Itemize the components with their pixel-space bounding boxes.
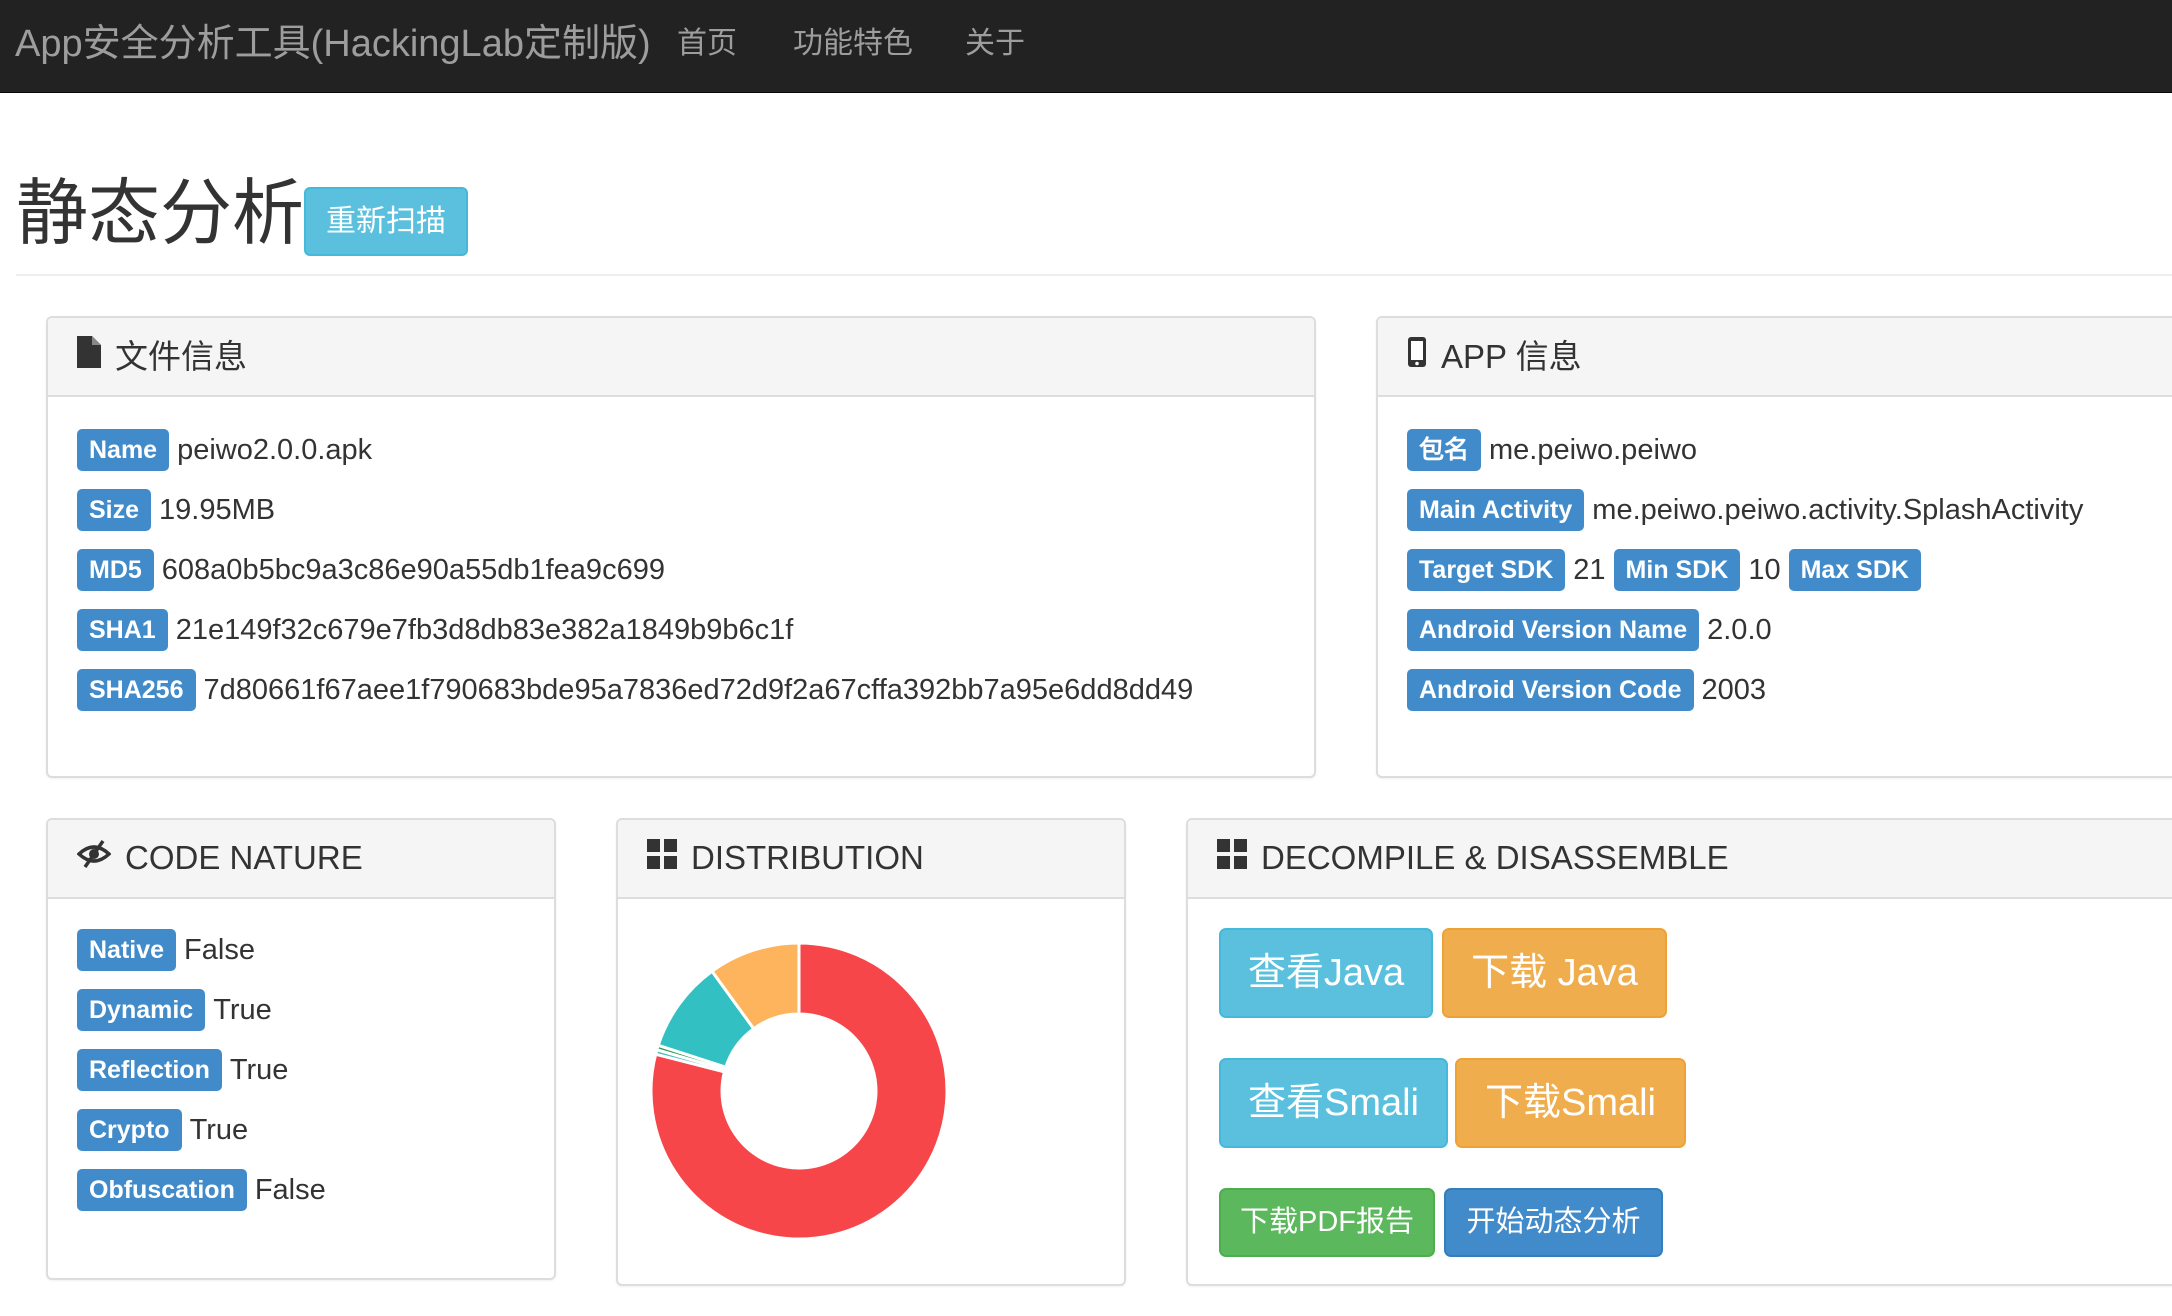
native-value: False: [184, 933, 255, 966]
file-info-row-sha1: SHA1 21e149f32c679e7fb3d8db83e382a1849b9…: [77, 608, 801, 652]
app-info-row-sdk: Target SDK 21 Min SDK 10 Max SDK: [1407, 548, 1937, 592]
file-info-row-name: Name peiwo2.0.0.apk: [77, 428, 380, 472]
reflection-value: True: [229, 1053, 289, 1086]
decompile-title: DECOMPILE & DISASSEMBLE: [1261, 839, 1729, 876]
sha256-value: 7d80661f67aee1f790683bde95a7836ed72d9f2a…: [203, 673, 1194, 706]
main-activity-label: Main Activity: [1407, 489, 1585, 531]
code-nature-row-dynamic: Dynamic True: [77, 988, 280, 1032]
panel-title: CODE NATURE: [76, 838, 363, 878]
panel-title: APP 信息: [1407, 336, 1582, 377]
panel-heading: 文件信息: [48, 318, 1314, 397]
sha1-value: 21e149f32c679e7fb3d8db83e382a1849b9b6c1f: [175, 613, 794, 646]
download-java-button[interactable]: 下载 Java: [1442, 928, 1667, 1018]
crypto-value: True: [189, 1113, 249, 1146]
version-code-value: 2003: [1701, 673, 1767, 706]
version-name-label: Android Version Name: [1407, 609, 1700, 651]
dynamic-label: Dynamic: [77, 989, 206, 1031]
code-nature-row-reflection: Reflection True: [77, 1048, 296, 1092]
obfuscation-label: Obfuscation: [77, 1169, 247, 1211]
file-icon: [77, 336, 101, 377]
decompile-panel: DECOMPILE & DISASSEMBLE 查看Java 下载 Java 查…: [1186, 818, 2172, 1286]
main-activity-value: me.peiwo.peiwo.activity.SplashActivity: [1592, 493, 2084, 526]
distribution-title: DISTRIBUTION: [691, 839, 924, 876]
size-value: 19.95MB: [159, 493, 276, 526]
size-label: Size: [77, 489, 152, 531]
phone-icon: [1407, 336, 1427, 377]
code-nature-row-crypto: Crypto True: [77, 1108, 256, 1152]
app-info-row-main-activity: Main Activity me.peiwo.peiwo.activity.Sp…: [1407, 488, 2091, 532]
view-smali-button[interactable]: 查看Smali: [1219, 1058, 1448, 1148]
nav-link-home[interactable]: 首页: [677, 27, 737, 61]
download-smali-button[interactable]: 下载Smali: [1455, 1058, 1686, 1148]
name-value: peiwo2.0.0.apk: [177, 433, 373, 466]
code-nature-panel: CODE NATURE Native False Dynamic True Re…: [46, 818, 556, 1280]
top-navbar: App安全分析工具(HackingLab定制版) 首页 功能特色 关于: [0, 0, 2172, 93]
sha256-label: SHA256: [77, 669, 196, 711]
header-divider: [16, 274, 2172, 276]
app-info-title: APP 信息: [1441, 337, 1582, 375]
max-sdk-label: Max SDK: [1788, 549, 1921, 591]
file-info-row-md5: MD5 608a0b5bc9a3c86e90a55db1fea9c699: [77, 548, 673, 592]
crypto-label: Crypto: [77, 1109, 182, 1151]
view-java-button[interactable]: 查看Java: [1219, 928, 1433, 1018]
panel-title: 文件信息: [77, 336, 247, 377]
panel-heading: DECOMPILE & DISASSEMBLE: [1188, 820, 2172, 899]
code-nature-row-native: Native False: [77, 928, 263, 972]
name-label: Name: [77, 429, 170, 471]
download-pdf-button[interactable]: 下载PDF报告: [1219, 1188, 1435, 1257]
app-info-row-version-code: Android Version Code 2003: [1407, 668, 1774, 712]
code-nature-row-obfuscation: Obfuscation False: [77, 1168, 334, 1212]
obfuscation-value: False: [254, 1173, 326, 1206]
nav-link-features[interactable]: 功能特色: [793, 27, 913, 61]
md5-label: MD5: [77, 549, 154, 591]
distribution-donut-chart: [649, 941, 949, 1241]
app-info-row-version-name: Android Version Name 2.0.0: [1407, 608, 1780, 652]
file-info-row-sha256: SHA256 7d80661f67aee1f790683bde95a7836ed…: [77, 668, 1201, 712]
file-info-row-size: Size 19.95MB: [77, 488, 283, 532]
panel-heading: CODE NATURE: [48, 820, 554, 899]
min-sdk-label: Min SDK: [1613, 549, 1741, 591]
sha1-label: SHA1: [77, 609, 168, 651]
page-title: 静态分析: [16, 174, 305, 254]
panel-heading: DISTRIBUTION: [618, 820, 1124, 899]
navbar-brand[interactable]: App安全分析工具(HackingLab定制版): [15, 22, 651, 66]
version-code-label: Android Version Code: [1407, 669, 1694, 711]
target-sdk-label: Target SDK: [1407, 549, 1566, 591]
distribution-panel: DISTRIBUTION: [616, 818, 1126, 1286]
rescan-button[interactable]: 重新扫描: [304, 187, 468, 256]
app-info-panel: APP 信息 包名 me.peiwo.peiwo Main Activity m…: [1376, 316, 2172, 778]
file-info-title: 文件信息: [115, 337, 247, 375]
min-sdk-value: 10: [1748, 553, 1781, 586]
target-sdk-value: 21: [1573, 553, 1606, 586]
grid-icon: [1217, 838, 1247, 878]
panel-title: DISTRIBUTION: [647, 838, 924, 878]
code-nature-title: CODE NATURE: [125, 839, 363, 876]
dynamic-value: True: [213, 993, 272, 1026]
version-name-value: 2.0.0: [1707, 613, 1772, 646]
grid-icon: [647, 838, 677, 878]
reflection-label: Reflection: [77, 1049, 222, 1091]
panel-heading: APP 信息: [1378, 318, 2172, 397]
eye-slash-icon: [76, 838, 112, 878]
nav-link-about[interactable]: 关于: [965, 27, 1025, 61]
native-label: Native: [77, 929, 177, 971]
app-info-row-package: 包名 me.peiwo.peiwo: [1407, 428, 1705, 472]
package-value: me.peiwo.peiwo: [1489, 433, 1697, 466]
md5-value: 608a0b5bc9a3c86e90a55db1fea9c699: [161, 553, 665, 586]
start-dynamic-analysis-button[interactable]: 开始动态分析: [1444, 1188, 1663, 1257]
panel-title: DECOMPILE & DISASSEMBLE: [1217, 838, 1729, 878]
package-label: 包名: [1407, 429, 1482, 471]
file-info-panel: 文件信息 Name peiwo2.0.0.apk Size 19.95MB MD…: [46, 316, 1316, 778]
